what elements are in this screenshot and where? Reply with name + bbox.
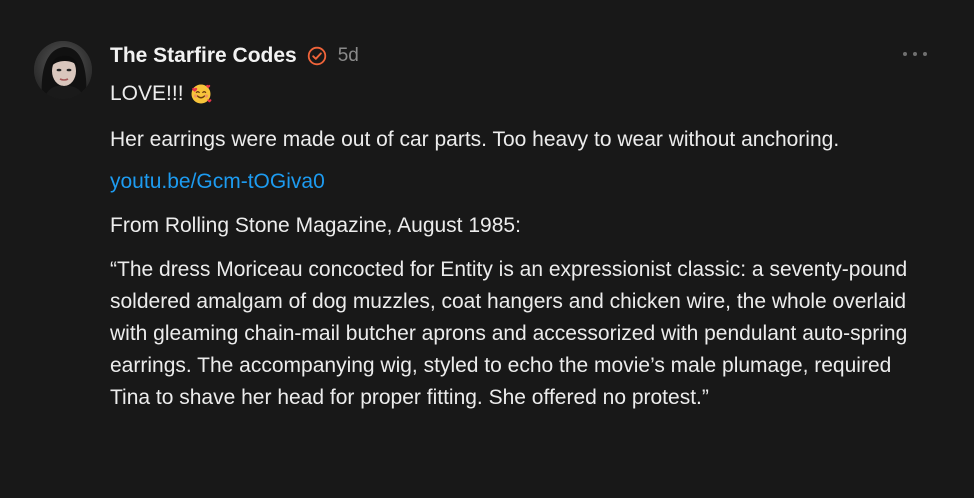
smiling-face-with-hearts-icon (190, 83, 212, 105)
comment: The Starfire Codes 5d LOVE!!! Her earrin… (0, 0, 974, 498)
comment-paragraph-quote: “The dress Moriceau concocted for Entity… (110, 258, 908, 409)
love-text: LOVE!!! (110, 82, 184, 105)
dot (923, 52, 927, 56)
comment-paragraph-earrings: Her earrings were made out of car parts.… (110, 128, 840, 151)
author-name[interactable]: The Starfire Codes (110, 44, 297, 68)
timestamp: 5d (337, 45, 359, 66)
dot (903, 52, 907, 56)
avatar[interactable] (34, 41, 92, 99)
comment-body: LOVE!!! Her earrings were made out of ca… (110, 78, 930, 414)
dot (913, 52, 917, 56)
youtube-link[interactable]: youtu.be/Gcm-tOGiva0 (110, 166, 325, 198)
verified-badge-icon (307, 46, 327, 66)
comment-line-1: LOVE!!! (110, 78, 930, 110)
more-options-icon[interactable] (903, 46, 927, 62)
comment-header: The Starfire Codes 5d (110, 40, 359, 72)
comment-paragraph-source: From Rolling Stone Magazine, August 1985… (110, 214, 521, 237)
